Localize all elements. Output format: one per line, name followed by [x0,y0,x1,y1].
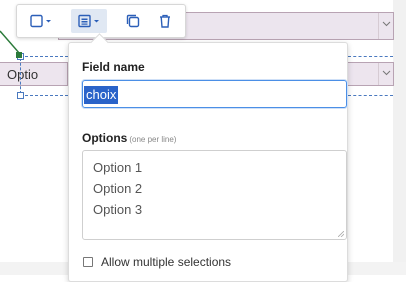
options-label-text: Options [82,131,128,145]
allow-multiple-label: Allow multiple selections [101,255,232,269]
allow-multiple-checkbox[interactable] [83,257,93,267]
chevron-down-icon [382,70,391,76]
field-name-value: choix [84,86,119,104]
options-textarea[interactable]: Option 1 Option 2 Option 3 [82,150,347,240]
resize-handle[interactable] [17,92,24,99]
option-dropdown-button[interactable] [378,63,393,85]
selection-guide-bottom [20,95,68,96]
select-dropdown-button[interactable] [378,13,393,39]
delete-button[interactable] [151,9,179,33]
options-hint: (one per line) [129,135,177,144]
copy-icon [126,14,140,28]
field-name-label: Field name [82,60,145,74]
selection-guide-top-right [348,56,393,57]
field-type-dropdown-button[interactable] [23,9,59,33]
field-toolbar [16,4,186,38]
option-line: Option 2 [93,181,143,196]
field-name-input[interactable]: choix [82,80,347,108]
selection-guide-left [20,58,21,94]
chevron-down-icon [382,21,391,27]
field-settings-dropdown-button[interactable] [71,9,107,33]
resize-grip-icon[interactable] [338,231,344,237]
option-field-right[interactable] [348,62,394,86]
square-dropdown-icon [30,14,51,28]
option-line: Option 3 [93,202,143,217]
option-line: Option 1 [93,160,143,175]
selection-guide-bottom-right [348,95,393,96]
option-field-text: Optio [7,67,39,82]
trash-icon [160,14,170,28]
field-settings-panel: Field name choix Options (one per line) O… [68,42,348,282]
duplicate-button[interactable] [119,9,147,33]
option-field-selected[interactable]: Optio [0,62,68,86]
selection-guide-top [20,56,68,57]
options-label: Options (one per line) [82,131,176,145]
list-dropdown-icon [78,14,99,28]
canvas-margin [393,0,406,275]
